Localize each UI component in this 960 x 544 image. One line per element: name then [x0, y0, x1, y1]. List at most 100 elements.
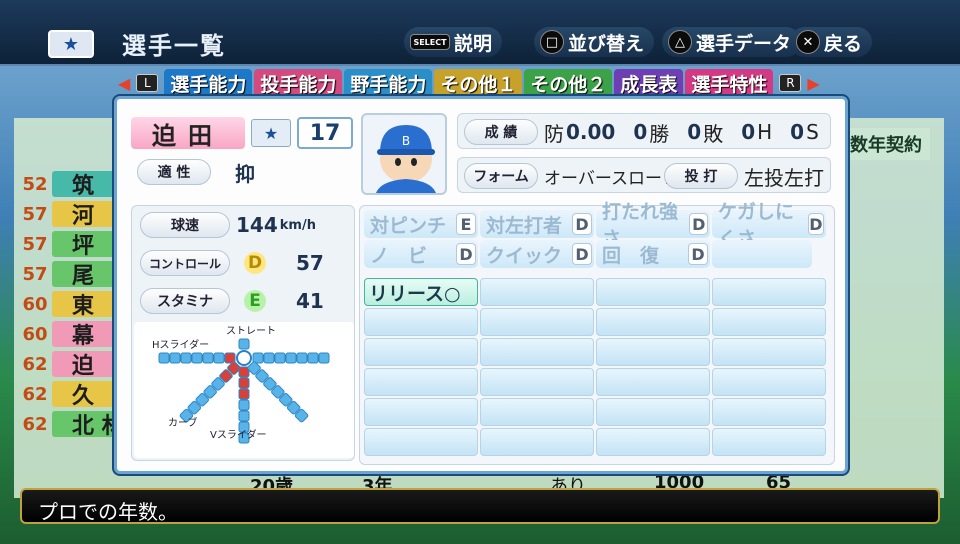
hint-sort[interactable]: □ 並び替え	[534, 27, 655, 57]
stamina-label: スタミナ	[140, 288, 230, 314]
list-item-number: 60	[22, 323, 48, 345]
special-skill-empty[interactable]	[480, 398, 594, 426]
list-item-number: 60	[22, 293, 48, 315]
special-skill-empty[interactable]	[364, 428, 478, 456]
cross-button-icon: ✕	[796, 30, 820, 54]
ability-label: 対左打者	[486, 214, 563, 237]
form-value: オーバースロー２	[544, 168, 679, 189]
tab-player-ability[interactable]: 選手能力	[164, 69, 253, 97]
tab-other-2[interactable]: その他２	[524, 69, 613, 97]
player-detail-panel: 迫田 ★ 17 B 適 性 抑 成 績 防 0.00 0 勝 0 敗 0 H 0…	[114, 96, 848, 474]
pitch-bar-segment	[307, 352, 319, 364]
pitch-bar-segment	[274, 352, 286, 364]
losses-value: 0	[687, 120, 702, 144]
holds-value: 0	[741, 120, 756, 144]
hint-explain-label: 説明	[454, 32, 493, 55]
player-name: 迫田	[131, 117, 245, 150]
special-skill-empty[interactable]	[596, 308, 710, 336]
pitch-label-vslider: Vスライダー	[210, 430, 267, 441]
special-skill-empty[interactable]	[712, 338, 826, 366]
pitch-bar-segment	[296, 352, 308, 364]
hint-back-label: 戻る	[824, 32, 863, 55]
svg-text:B: B	[402, 134, 410, 148]
tab-growth[interactable]: 成長表	[614, 69, 684, 97]
special-skill-empty[interactable]	[596, 428, 710, 456]
pitch-center-ball	[236, 350, 252, 366]
special-skill-empty[interactable]	[712, 428, 826, 456]
pitch-bar-segment	[169, 352, 181, 364]
list-item-number: 62	[22, 383, 48, 405]
right-arrow-icon[interactable]: ▶	[807, 74, 819, 93]
special-skill-empty[interactable]	[712, 278, 826, 306]
special-skill-empty[interactable]	[596, 278, 710, 306]
pitch-bar-segment	[238, 377, 250, 389]
pitch-bar-segment	[238, 410, 250, 422]
pitch-label-curve: カーブ	[168, 418, 198, 429]
ability-cell: クイック D	[480, 240, 594, 268]
ability-cell: 対左打者 D	[480, 210, 594, 238]
ability-grade: D	[688, 243, 708, 265]
ability-label: 回 復	[602, 244, 660, 267]
pitch-bar-segment	[180, 352, 192, 364]
pitch-bar-segment	[202, 352, 214, 364]
era-value: 0.00	[566, 120, 616, 144]
hint-explain[interactable]: SELECT 説明	[404, 27, 503, 57]
r-button-icon[interactable]: R	[779, 74, 802, 92]
left-arrow-icon[interactable]: ◀	[118, 74, 130, 93]
player-face-icon: B	[361, 113, 447, 195]
pitch-bar-segment	[213, 352, 225, 364]
special-skill-empty[interactable]	[712, 308, 826, 336]
losses-label: 敗	[703, 121, 724, 146]
hint-player-data[interactable]: △ 選手データ	[662, 27, 802, 57]
ability-label: ノ ビ	[370, 244, 428, 267]
form-box: フォーム オーバースロー２ 投 打 左投左打	[457, 157, 831, 193]
list-item-number: 52	[22, 173, 48, 195]
tab-pitcher-ability[interactable]: 投手能力	[254, 69, 343, 97]
control-value: 57	[296, 251, 324, 275]
ability-cell: ケガしにくさ D	[712, 201, 826, 250]
pitch-bar-segment	[285, 352, 297, 364]
record-label: 成 績	[464, 119, 538, 145]
list-item-number: 57	[22, 263, 48, 285]
ability-grade: E	[456, 213, 476, 235]
special-skill-empty[interactable]	[596, 398, 710, 426]
uniform-number: 17	[297, 117, 353, 149]
wins-label: 勝	[649, 121, 670, 146]
pitch-bar-segment	[158, 352, 170, 364]
special-skill-empty[interactable]	[364, 368, 478, 396]
special-skill-empty[interactable]	[480, 278, 594, 306]
special-skill-empty[interactable]	[712, 398, 826, 426]
ability-cell: 対ピンチ E	[364, 210, 478, 238]
special-skill-empty[interactable]	[596, 338, 710, 366]
ability-grade: D	[456, 243, 476, 265]
special-skill-empty[interactable]	[480, 368, 594, 396]
ability-label: 対ピンチ	[370, 214, 447, 237]
pitch-bar-segment	[238, 338, 250, 350]
hint-back[interactable]: ✕ 戻る	[790, 27, 873, 57]
tab-other-1[interactable]: その他１	[434, 69, 523, 97]
team-star-icon: ★	[48, 30, 94, 58]
throwbat-label: 投 打	[664, 163, 738, 189]
ability-grade: D	[572, 243, 592, 265]
stamina-grade: E	[244, 290, 266, 312]
tab-fielder-ability[interactable]: 野手能力	[344, 69, 433, 97]
ability-cell: ノ ビD	[364, 240, 478, 268]
special-skill-empty[interactable]	[596, 368, 710, 396]
special-skill-empty[interactable]	[480, 428, 594, 456]
ability-cell: 回 復D	[596, 240, 710, 268]
speed-value: 144	[236, 213, 278, 237]
list-item-number: 57	[22, 233, 48, 255]
special-skill-empty[interactable]	[364, 338, 478, 366]
special-skill-empty[interactable]	[364, 398, 478, 426]
square-button-icon: □	[540, 30, 564, 54]
special-skill[interactable]: リリース○	[364, 278, 478, 306]
special-skill-empty[interactable]	[480, 338, 594, 366]
hint-sort-label: 並び替え	[568, 32, 645, 55]
special-skill-empty[interactable]	[480, 308, 594, 336]
select-button-icon: SELECT	[410, 34, 450, 50]
special-skill-empty[interactable]	[712, 368, 826, 396]
tab-traits[interactable]: 選手特性	[685, 69, 774, 97]
special-skill-empty[interactable]	[364, 308, 478, 336]
l-button-icon[interactable]: L	[136, 74, 159, 92]
ability-label: クイック	[486, 244, 563, 267]
